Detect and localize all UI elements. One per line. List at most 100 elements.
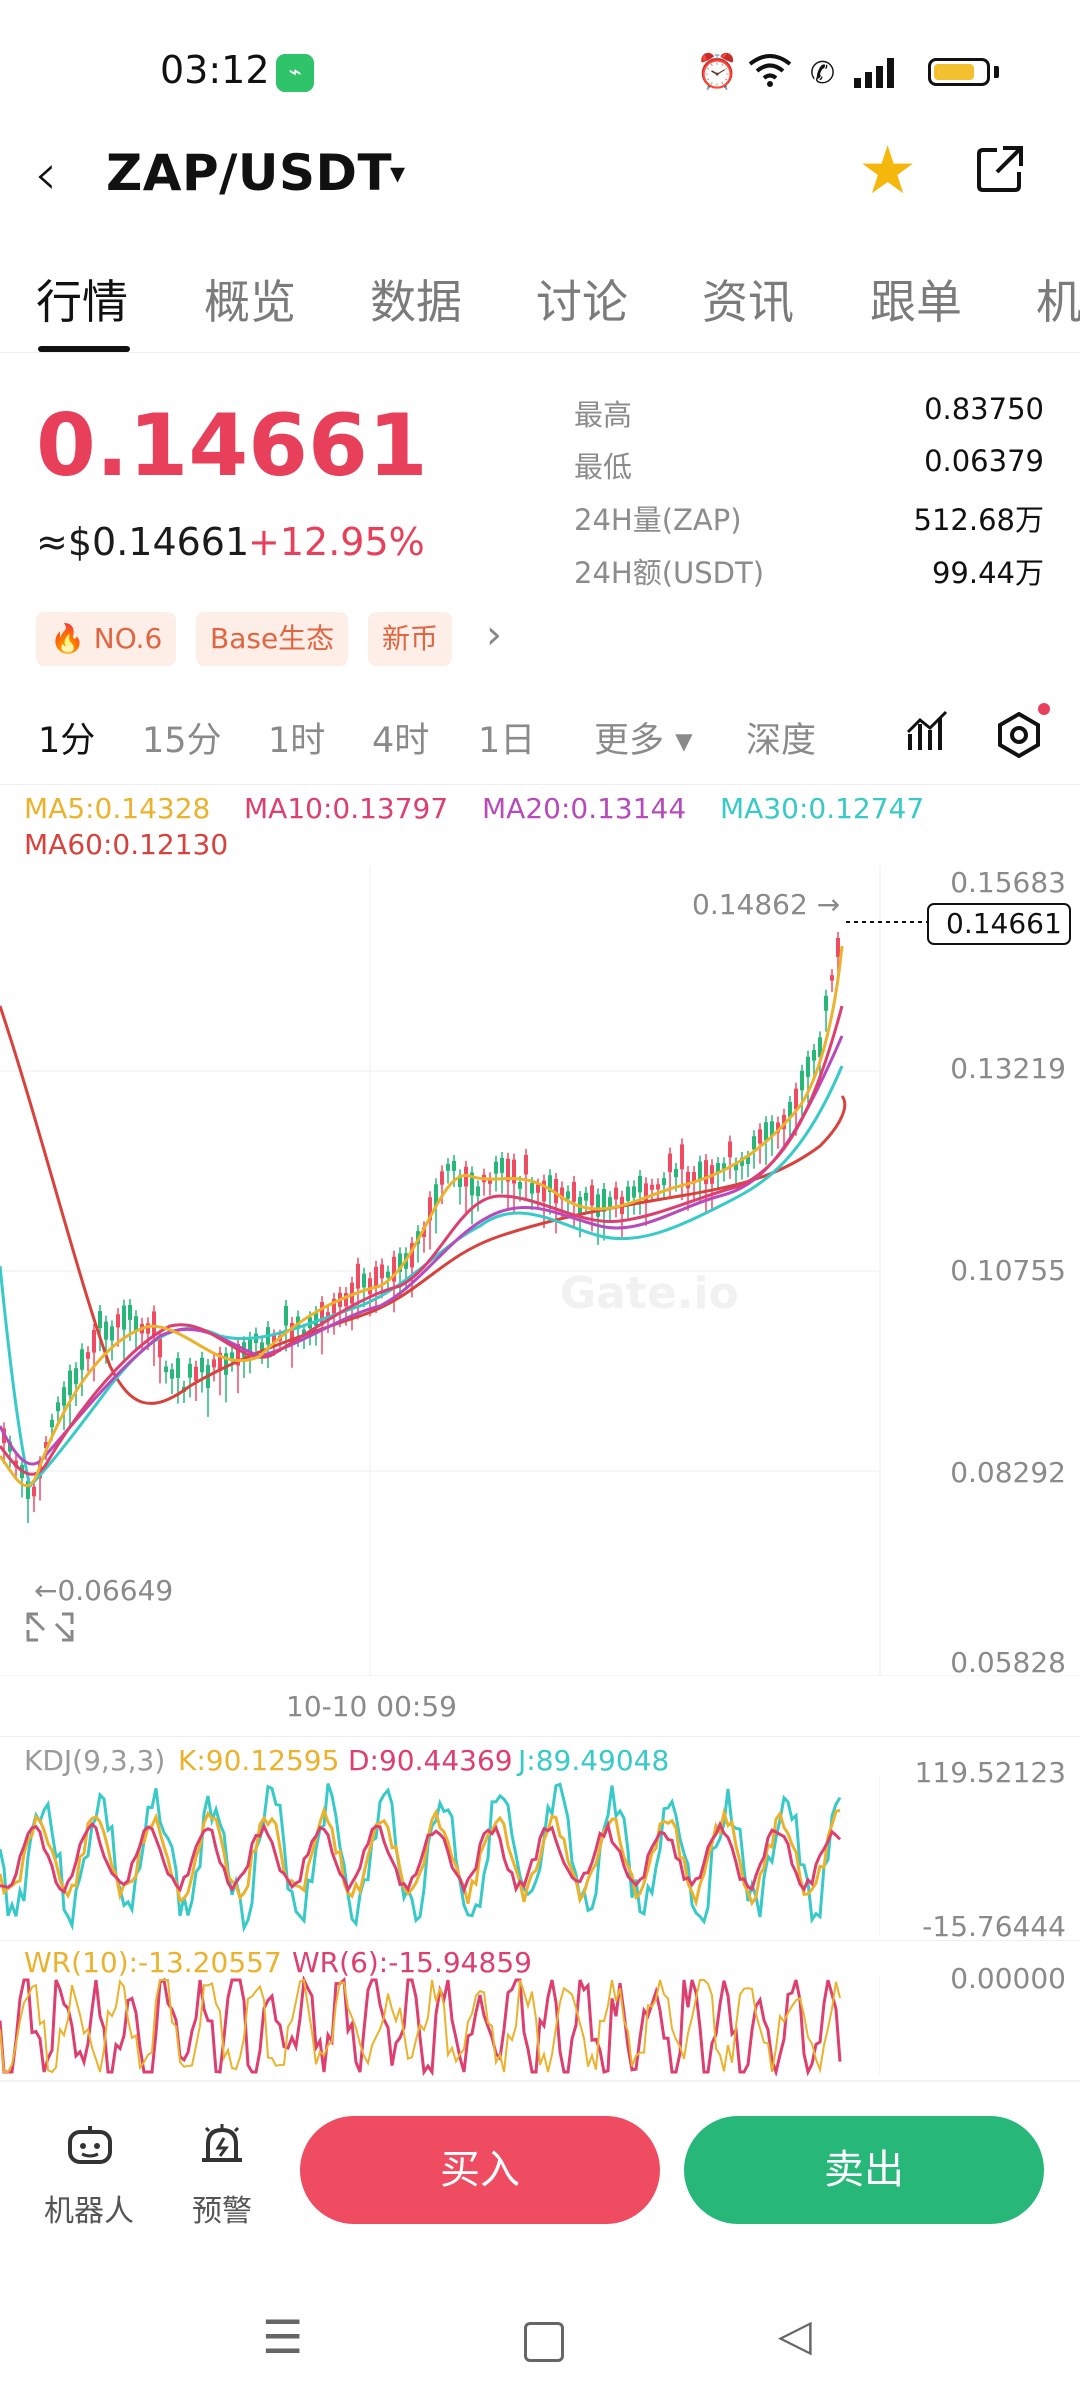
interval-15m[interactable]: 15分 bbox=[142, 712, 222, 763]
candle-body bbox=[764, 1122, 768, 1141]
tags-more-chevron-icon[interactable]: › bbox=[486, 612, 502, 658]
back-chevron-icon[interactable]: ‹ bbox=[34, 140, 57, 208]
candle-body bbox=[614, 1187, 618, 1200]
candle-body bbox=[104, 1321, 108, 1340]
call-icon: ✆ bbox=[810, 56, 836, 91]
stat-volume-label: 24H量(ZAP) bbox=[574, 503, 742, 537]
candle-body bbox=[494, 1161, 498, 1174]
robot-icon[interactable] bbox=[64, 2122, 116, 2182]
candle-body bbox=[524, 1154, 528, 1175]
ma20-line bbox=[0, 1035, 844, 1466]
ecosystem-tag[interactable]: Base生态 bbox=[196, 612, 349, 666]
candle-body bbox=[830, 975, 834, 981]
candle-body bbox=[374, 1266, 378, 1287]
new-coin-tag[interactable]: 新币 bbox=[368, 612, 453, 666]
pair-dropdown-icon[interactable]: ▾ bbox=[390, 156, 405, 191]
fullscreen-icon bbox=[26, 1612, 74, 1642]
ecosystem-tag-label: Base生态 bbox=[210, 622, 335, 655]
interval-1d[interactable]: 1日 bbox=[478, 712, 535, 763]
kdj-d: D:90.44369 bbox=[348, 1744, 513, 1777]
robot-label[interactable]: 机器人 bbox=[44, 2186, 134, 2230]
divider bbox=[0, 1940, 1080, 1941]
candle-body bbox=[164, 1366, 168, 1373]
tab-market[interactable]: 行情 bbox=[36, 266, 128, 332]
price-chart[interactable]: Gate.io 0.14862 → ←0.06649 0.14661 bbox=[0, 866, 1080, 1676]
fire-icon: 🔥 bbox=[50, 622, 85, 655]
candle-body bbox=[812, 1049, 816, 1061]
tab-data[interactable]: 数据 bbox=[370, 266, 462, 332]
candle-body bbox=[176, 1358, 180, 1378]
tab-more[interactable]: 机 bbox=[1036, 266, 1080, 332]
chart-grid bbox=[0, 866, 1080, 1676]
candle-body bbox=[632, 1186, 636, 1198]
battery-tip bbox=[994, 66, 999, 78]
candle-body bbox=[836, 937, 840, 958]
candle-body bbox=[752, 1136, 756, 1150]
x-time-label: 10-10 00:59 bbox=[286, 1690, 457, 1723]
candle-body bbox=[824, 995, 828, 1011]
candle-body bbox=[134, 1316, 138, 1331]
alarm-icon: ⏰ bbox=[696, 52, 739, 92]
stat-low-value: 0.06379 bbox=[924, 444, 1044, 478]
interval-4h[interactable]: 4时 bbox=[372, 712, 429, 763]
tab-news[interactable]: 资讯 bbox=[702, 266, 794, 332]
candle-body bbox=[566, 1191, 570, 1199]
candle-body bbox=[794, 1088, 798, 1110]
stat-high-label: 最高 bbox=[574, 398, 633, 432]
candle-body bbox=[200, 1357, 204, 1373]
tab-overview[interactable]: 概览 bbox=[204, 266, 296, 332]
interval-1m[interactable]: 1分 bbox=[38, 712, 95, 763]
buy-button[interactable]: 买入 bbox=[300, 2116, 660, 2224]
kdj-bottom: -15.76444 bbox=[922, 1910, 1066, 1943]
candle-body bbox=[368, 1278, 372, 1295]
ma10-legend: MA10:0.13797 bbox=[244, 792, 449, 825]
interval-more[interactable]: 更多 ▾ bbox=[594, 712, 693, 763]
stat-turnover-label: 24H额(USDT) bbox=[574, 556, 765, 590]
rank-tag[interactable]: 🔥 NO.6 bbox=[36, 612, 177, 666]
ma60-line bbox=[0, 1005, 847, 1405]
candle-body bbox=[56, 1402, 60, 1412]
candle-body bbox=[92, 1329, 96, 1353]
pair-title[interactable]: ZAP/USDT bbox=[106, 144, 392, 202]
candle-body bbox=[806, 1056, 810, 1077]
kdj-k: K:90.12595 bbox=[178, 1744, 340, 1777]
sell-button[interactable]: 卖出 bbox=[684, 2116, 1044, 2224]
indicator-chart-icon[interactable] bbox=[906, 710, 950, 765]
candle-body bbox=[386, 1271, 390, 1278]
nav-back-icon[interactable]: ◁ bbox=[778, 2310, 812, 2361]
chart-settings-icon[interactable] bbox=[996, 711, 1042, 769]
candle-body bbox=[194, 1366, 198, 1381]
tab-discussion[interactable]: 讨论 bbox=[536, 266, 628, 332]
candle-body bbox=[32, 1486, 36, 1497]
high-marker: 0.14862 → bbox=[692, 888, 840, 921]
ma30-legend: MA30:0.12747 bbox=[720, 792, 925, 825]
candle-body bbox=[590, 1185, 594, 1206]
alert-label[interactable]: 预警 bbox=[192, 2186, 252, 2230]
candle-body bbox=[674, 1168, 678, 1178]
last-price: 0.14661 bbox=[36, 396, 428, 496]
kdj-j-line bbox=[0, 1782, 842, 1933]
candle-body bbox=[800, 1070, 804, 1091]
alert-bell-icon[interactable] bbox=[198, 2120, 246, 2180]
ma5-legend: MA5:0.14328 bbox=[24, 792, 211, 825]
candle-body bbox=[152, 1311, 156, 1336]
interval-1h[interactable]: 1时 bbox=[268, 712, 325, 763]
candle-body bbox=[758, 1129, 762, 1144]
tab-copytrade[interactable]: 跟单 bbox=[870, 266, 962, 332]
candle-body bbox=[608, 1197, 612, 1208]
ma20-legend: MA20:0.13144 bbox=[482, 792, 687, 825]
nav-home-icon[interactable] bbox=[524, 2322, 564, 2362]
favorite-star-icon[interactable]: ★ bbox=[858, 132, 917, 209]
wr-top: 0.00000 bbox=[950, 1962, 1066, 1995]
stat-volume-value: 512.68万 bbox=[913, 503, 1044, 537]
nav-menu-icon[interactable]: ☰ bbox=[262, 2310, 303, 2364]
candle-body bbox=[212, 1359, 216, 1368]
top-tabs: 行情 概览 数据 讨论 资讯 跟单 机 bbox=[0, 260, 1080, 353]
candle-body bbox=[380, 1264, 384, 1279]
battery-icon bbox=[928, 58, 990, 86]
y-tick-1: 0.15683 bbox=[950, 866, 1066, 899]
share-icon[interactable] bbox=[975, 144, 1025, 194]
depth-tab[interactable]: 深度 bbox=[746, 712, 816, 763]
candle-body bbox=[158, 1337, 162, 1358]
candle-body bbox=[230, 1352, 234, 1359]
